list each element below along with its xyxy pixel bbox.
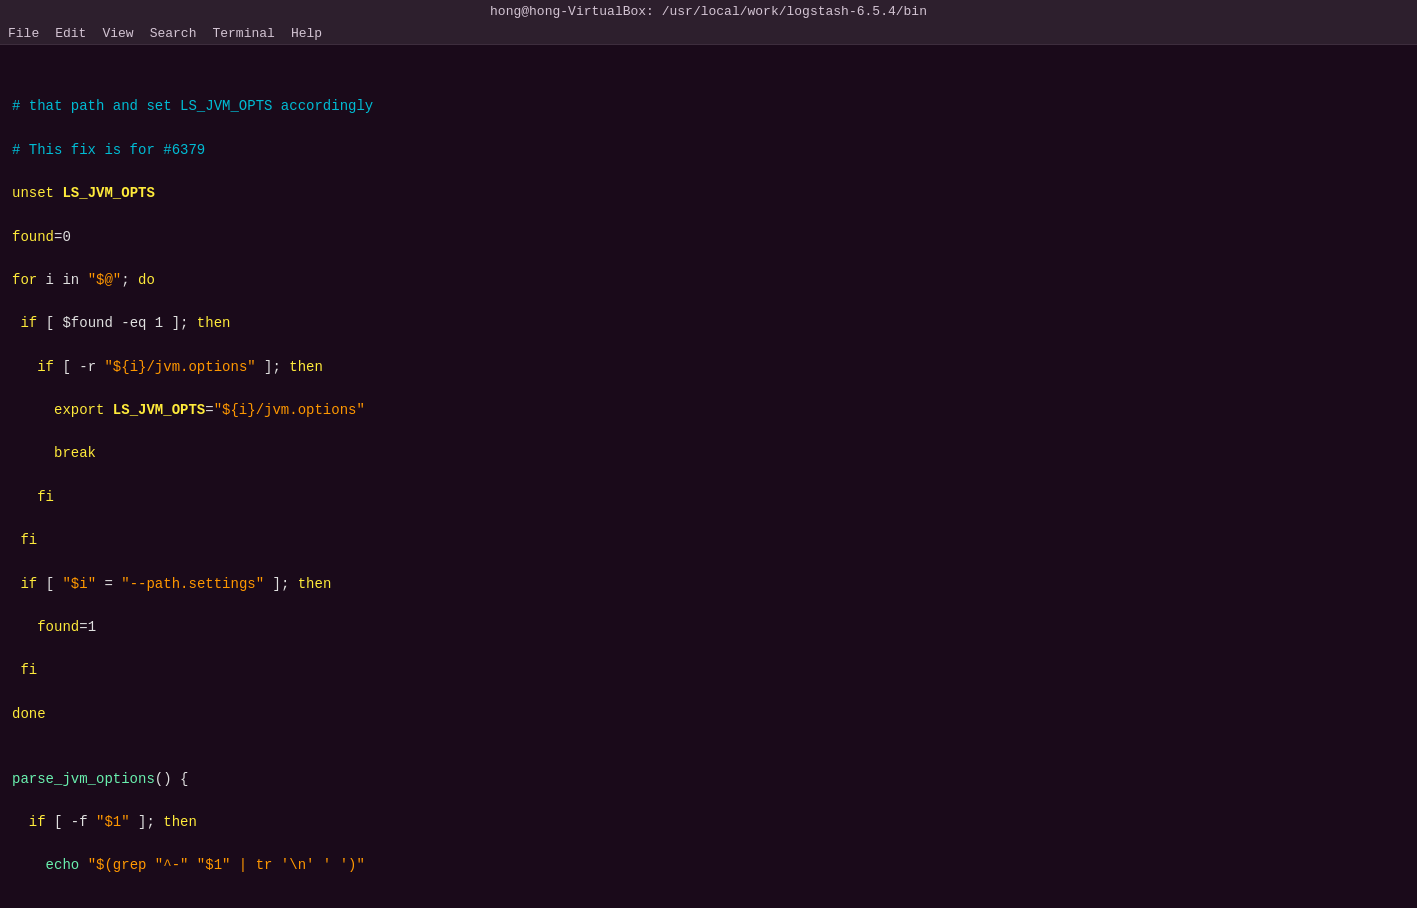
- menu-edit[interactable]: Edit: [55, 26, 86, 41]
- terminal-content: # that path and set LS_JVM_OPTS accordin…: [0, 45, 1417, 897]
- menu-file[interactable]: File: [8, 26, 39, 41]
- menu-help[interactable]: Help: [291, 26, 322, 41]
- menu-bar: File Edit View Search Terminal Help: [0, 23, 1417, 45]
- code-area: # that path and set LS_JVM_OPTS accordin…: [8, 53, 1417, 897]
- menu-view[interactable]: View: [102, 26, 133, 41]
- menu-terminal[interactable]: Terminal: [212, 26, 274, 41]
- title-bar: hong@hong-VirtualBox: /usr/local/work/lo…: [0, 0, 1417, 23]
- title-text: hong@hong-VirtualBox: /usr/local/work/lo…: [490, 4, 927, 19]
- menu-search[interactable]: Search: [150, 26, 197, 41]
